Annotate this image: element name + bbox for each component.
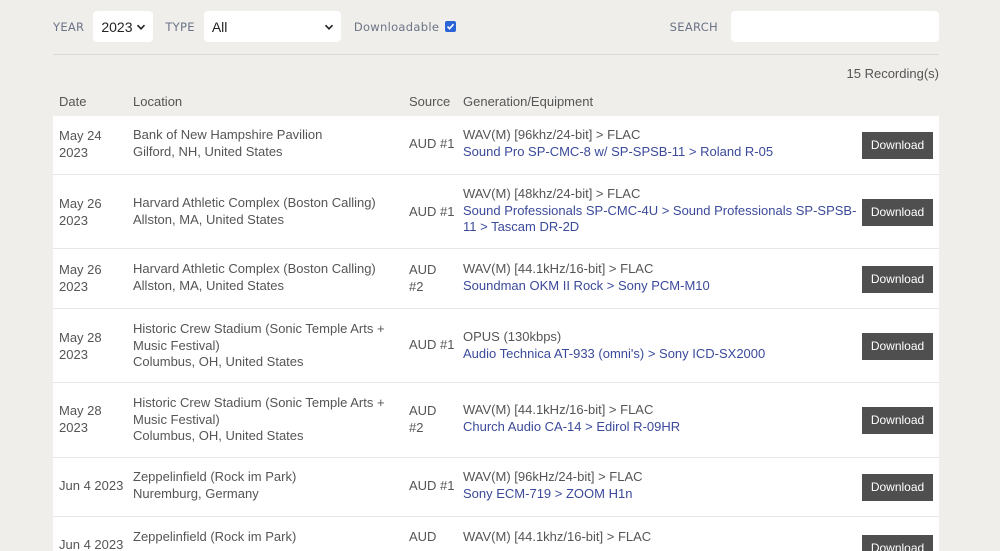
row-date: Jun 4 2023 <box>59 537 124 551</box>
download-button[interactable]: Download <box>862 132 933 159</box>
row-generation: WAV(M) [48khz/24-bit] > FLAC Sound Profe… <box>463 186 861 236</box>
row-generation: WAV(M) [44.1khz/16-bit] > FLAC <box>463 529 652 544</box>
row-location: Harvard Athletic Complex (Boston Calling… <box>133 195 376 227</box>
row-date: Jun 4 2023 <box>59 478 124 493</box>
downloadable-label: Downloadable <box>353 19 440 34</box>
row-location: Historic Crew Stadium (Sonic Temple Arts… <box>133 395 385 443</box>
filter-bar: YEAR 2023 TYPE All Downloadable SEARCH <box>53 11 939 42</box>
equipment-link[interactable]: Sony ECM-719 > ZOOM H1n <box>463 486 861 503</box>
row-source: AUD #2 <box>409 262 437 294</box>
download-button[interactable]: Download <box>862 266 933 293</box>
equipment-link[interactable]: Church Audio CA-14 > Edirol R-09HR <box>463 419 861 436</box>
table-row: May 28 2023 Historic Crew Stadium (Sonic … <box>53 383 939 458</box>
row-source: AUD #1 <box>409 478 455 493</box>
row-source: AUD #2 <box>409 403 437 435</box>
row-generation: WAV(M) [96khz/24-bit] > FLAC Sound Pro S… <box>463 127 861 160</box>
equipment-link[interactable]: Audio Technica AT-933 (omni's) > Sony IC… <box>463 346 861 363</box>
row-date: May 26 2023 <box>59 262 102 294</box>
recording-count: 15 Recording(s) <box>846 66 940 81</box>
table-header: Date Location Source Generation/Equipmen… <box>53 92 939 112</box>
search-input[interactable] <box>731 11 939 42</box>
table-row: May 26 2023 Harvard Athletic Complex (Bos… <box>53 249 939 309</box>
row-source: AUD #1 <box>409 136 455 151</box>
row-date: May 28 2023 <box>59 330 102 362</box>
type-label: TYPE <box>165 19 195 34</box>
recordings-table: May 24 2023 Bank of New Hampshire Pavilio… <box>53 116 939 551</box>
equipment-link[interactable]: Soundman OKM II Rock > Sony PCM-M10 <box>463 278 861 295</box>
year-select-value: 2023 <box>101 18 133 35</box>
table-row: Jun 4 2023 Zeppelinfield (Rock im Park) N… <box>53 458 939 517</box>
download-button[interactable]: Download <box>862 535 933 551</box>
column-generation: Generation/Equipment <box>463 94 594 109</box>
column-source: Source <box>409 94 451 109</box>
row-location: Zeppelinfield (Rock im Park) <box>133 529 297 544</box>
row-generation: WAV(M) [96kHz/24-bit] > FLAC Sony ECM-71… <box>463 469 861 502</box>
checkmark-icon <box>447 23 455 30</box>
row-location: Zeppelinfield (Rock im Park) Nuremburg, G… <box>133 469 297 501</box>
column-location: Location <box>133 94 183 109</box>
downloadable-checkbox[interactable] <box>445 21 457 32</box>
download-button[interactable]: Download <box>862 333 933 360</box>
divider <box>53 54 939 55</box>
row-date: May 26 2023 <box>59 196 102 228</box>
row-source: AUD <box>409 529 437 544</box>
chevron-down-icon <box>324 24 333 30</box>
equipment-link[interactable]: Sound Professionals SP-CMC-4U > Sound Pr… <box>463 203 861 236</box>
column-date: Date <box>59 94 87 109</box>
row-generation: OPUS (130kbps) Audio Technica AT-933 (om… <box>463 329 861 362</box>
download-button[interactable]: Download <box>862 407 933 434</box>
row-location: Historic Crew Stadium (Sonic Temple Arts… <box>133 321 385 369</box>
equipment-link[interactable]: Sound Pro SP-CMC-8 w/ SP-SPSB-11 > Rolan… <box>463 144 861 161</box>
row-date: May 28 2023 <box>59 403 102 435</box>
table-row: Jun 4 2023 Zeppelinfield (Rock im Park) … <box>53 517 939 551</box>
table-row: May 26 2023 Harvard Athletic Complex (Bos… <box>53 175 939 249</box>
year-select[interactable]: 2023 <box>93 11 154 42</box>
row-generation: WAV(M) [44.1kHz/16-bit] > FLAC Church Au… <box>463 402 861 435</box>
type-select[interactable]: All <box>203 11 341 42</box>
download-button[interactable]: Download <box>862 474 933 501</box>
row-generation: WAV(M) [44.1kHz/16-bit] > FLAC Soundman … <box>463 261 861 294</box>
row-source: AUD #1 <box>409 204 455 219</box>
row-source: AUD #1 <box>409 337 455 352</box>
search-label: SEARCH <box>669 20 718 34</box>
download-button[interactable]: Download <box>862 199 933 226</box>
row-location: Harvard Athletic Complex (Boston Calling… <box>133 261 376 293</box>
table-row: May 28 2023 Historic Crew Stadium (Sonic … <box>53 309 939 383</box>
row-date: May 24 2023 <box>59 128 102 160</box>
type-select-value: All <box>211 18 228 35</box>
chevron-down-icon <box>137 24 146 30</box>
row-location: Bank of New Hampshire Pavilion Gilford, N… <box>133 127 323 159</box>
table-row: May 24 2023 Bank of New Hampshire Pavilio… <box>53 116 939 175</box>
year-label: YEAR <box>53 19 85 34</box>
